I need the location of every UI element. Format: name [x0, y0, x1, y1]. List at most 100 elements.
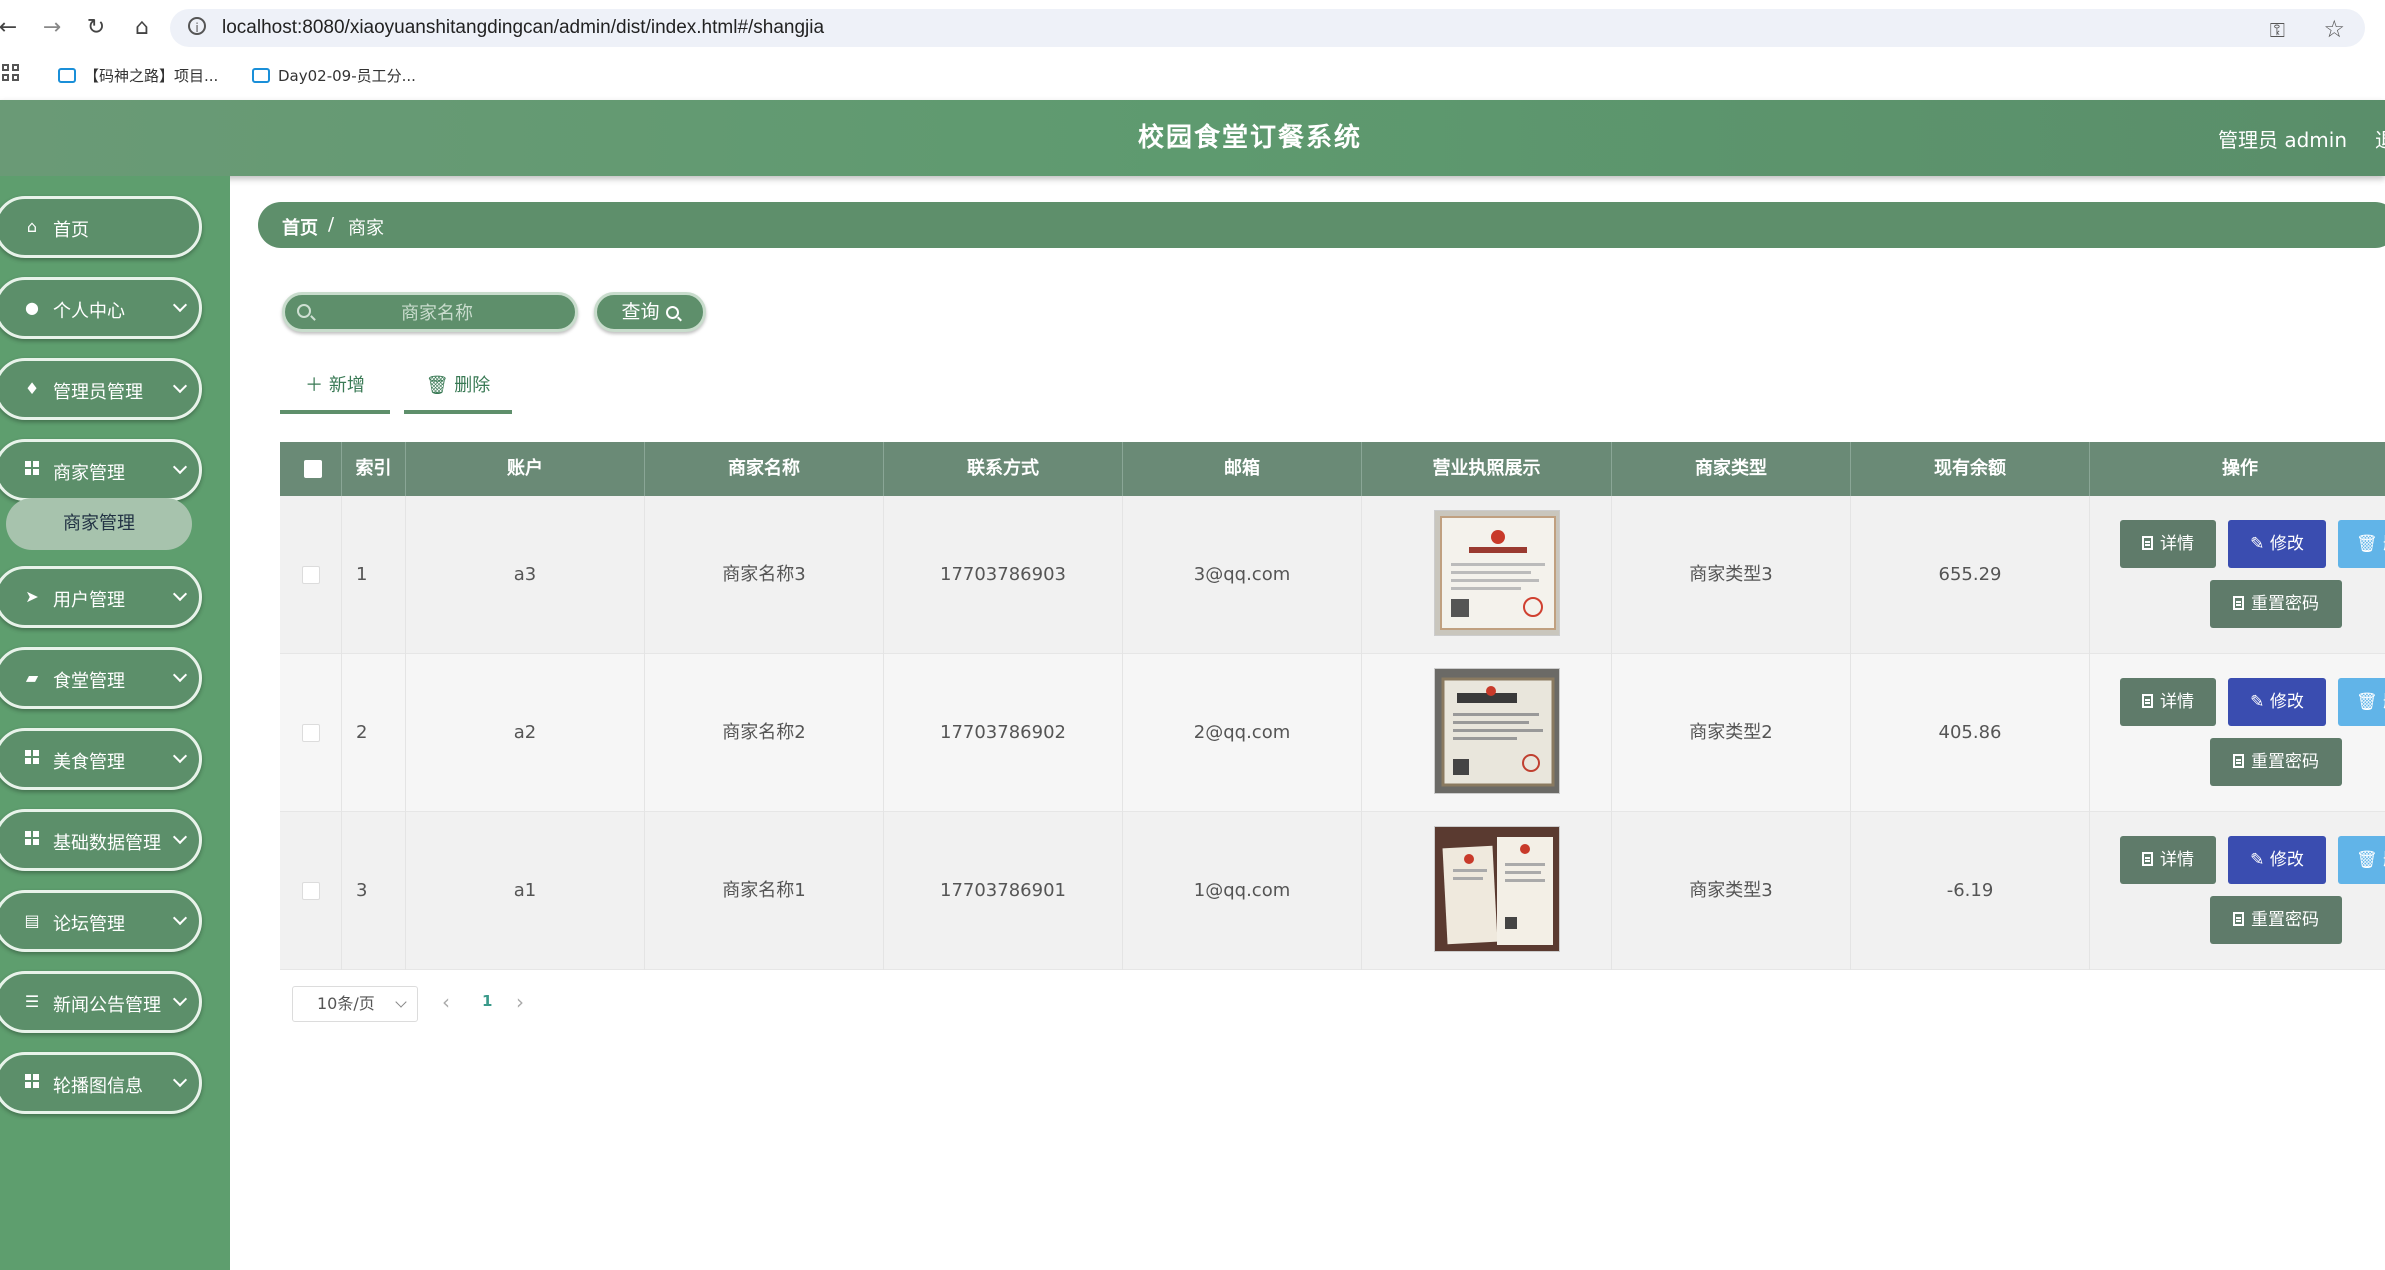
sidebar-subitem-merchant-management[interactable]: 商家管理 [6, 498, 192, 550]
search-box[interactable] [282, 292, 578, 332]
query-button[interactable]: 查询 [594, 292, 706, 332]
chevron-down-icon [172, 459, 188, 475]
operations-cell: 详情 ✎ 修改 🗑 删 重置密码 [2090, 812, 2385, 970]
add-button-label: 新增 [328, 375, 365, 396]
detail-button[interactable]: 详情 [2120, 520, 2216, 568]
row-select-cell [280, 496, 342, 654]
merchant-name-cell: 商家名称1 [645, 812, 884, 970]
logout-link[interactable]: 退 [2375, 124, 2385, 153]
row-checkbox[interactable] [302, 724, 320, 742]
balance-cell: 405.86 [1851, 654, 2090, 812]
bookmark-item[interactable]: 【码神之路】项目... [58, 62, 218, 90]
chevron-down-icon [172, 297, 188, 313]
user-icon: ● [25, 298, 39, 317]
reset-password-button[interactable]: 重置密码 [2210, 580, 2342, 628]
document-icon [2233, 596, 2244, 610]
bookmark-label: 【码神之路】项目... [84, 67, 219, 85]
clipboard-icon: ▤ [24, 911, 40, 930]
row-checkbox[interactable] [302, 882, 320, 900]
bookmark-star-icon[interactable]: ☆ [2323, 15, 2345, 43]
grid-icon [23, 1074, 41, 1092]
sidebar-item-news[interactable]: ☰ 新闻公告管理 [0, 971, 202, 1033]
plus-icon: ＋ [305, 375, 329, 396]
address-bar[interactable]: i localhost:8080/xiaoyuanshitangdingcan/… [170, 9, 2365, 47]
edit-button-label: 修改 [2269, 692, 2304, 712]
document-icon [2142, 852, 2153, 866]
detail-button[interactable]: 详情 [2120, 678, 2216, 726]
sidebar-item-canteens[interactable]: ▰ 食堂管理 [0, 647, 202, 709]
row-checkbox[interactable] [302, 566, 320, 584]
delete-row-button[interactable]: 🗑 删 [2338, 520, 2385, 568]
search-icon [297, 304, 311, 318]
next-page-icon[interactable]: › [516, 990, 524, 1014]
sidebar-item-carousel[interactable]: 轮播图信息 [0, 1052, 202, 1114]
sidebar-item-label: 管理员管理 [53, 382, 143, 403]
pencil-icon: ✎ [2250, 534, 2270, 554]
prev-page-icon[interactable]: ‹ [442, 990, 450, 1014]
home-browser-icon[interactable]: ⌂ [128, 14, 156, 42]
sidebar-item-label: 首页 [53, 220, 89, 241]
sidebar-item-label: 商家管理 [53, 463, 125, 484]
chevron-down-icon [172, 586, 188, 602]
phone-cell: 17703786903 [884, 496, 1123, 654]
merchant-name-cell: 商家名称3 [645, 496, 884, 654]
chevron-down-icon [172, 667, 188, 683]
breadcrumb-home[interactable]: 首页 [282, 214, 318, 240]
reset-password-button[interactable]: 重置密码 [2210, 738, 2342, 786]
reload-icon[interactable]: ↻ [82, 14, 110, 42]
chevron-down-icon [395, 996, 407, 1008]
operations-cell: 详情 ✎ 修改 🗑 删 重置密码 [2090, 654, 2385, 812]
chevron-down-icon [172, 829, 188, 845]
delete-row-button[interactable]: 🗑 删 [2338, 836, 2385, 884]
reset-password-button[interactable]: 重置密码 [2210, 896, 2342, 944]
edit-button[interactable]: ✎ 修改 [2228, 520, 2326, 568]
merchant-name-cell: 商家名称2 [645, 654, 884, 812]
trash-icon: 🗑 [2356, 692, 2383, 712]
bilibili-icon [252, 68, 270, 83]
site-info-icon[interactable]: i [188, 17, 206, 35]
select-all-checkbox[interactable] [304, 460, 322, 478]
bookmark-item[interactable]: Day02-09-员工分... [252, 62, 416, 90]
business-license-image[interactable] [1434, 510, 1560, 636]
edit-button[interactable]: ✎ 修改 [2228, 678, 2326, 726]
briefcase-icon: ▰ [25, 668, 39, 687]
password-key-icon[interactable]: ⚿ [2270, 18, 2285, 42]
sidebar-item-merchants[interactable]: 商家管理 [0, 439, 202, 501]
column-header: 营业执照展示 [1362, 442, 1612, 496]
breadcrumb-separator: / [328, 214, 335, 235]
apps-grid-icon[interactable] [2, 64, 22, 84]
page-size-value: 10条/页 [317, 994, 375, 1013]
sidebar-item-label: 轮播图信息 [53, 1076, 143, 1097]
sidebar-item-label: 用户管理 [53, 590, 125, 611]
license-cell [1362, 812, 1612, 970]
sidebar-item-foods[interactable]: 美食管理 [0, 728, 202, 790]
page-number[interactable]: 1 [482, 992, 492, 1010]
sidebar-item-users[interactable]: ➤ 用户管理 [0, 566, 202, 628]
sidebar-item-admins[interactable]: ♦ 管理员管理 [0, 358, 202, 420]
trash-icon: 🗑 [2356, 850, 2383, 870]
sidebar-item-basic-data[interactable]: 基础数据管理 [0, 809, 202, 871]
index-cell: 1 [342, 496, 406, 654]
delete-row-button[interactable]: 🗑 删 [2338, 678, 2385, 726]
delete-button[interactable]: 🗑 删除 [404, 364, 512, 414]
grid-icon [23, 750, 41, 768]
edit-button[interactable]: ✎ 修改 [2228, 836, 2326, 884]
back-icon[interactable]: ← [0, 14, 22, 42]
add-button[interactable]: ＋ 新增 [280, 364, 390, 414]
url-text: localhost:8080/xiaoyuanshitangdingcan/ad… [222, 17, 825, 38]
sidebar-item-home[interactable]: ⌂ 首页 [0, 196, 202, 258]
business-license-image[interactable] [1434, 668, 1560, 794]
sidebar-item-forum[interactable]: ▤ 论坛管理 [0, 890, 202, 952]
business-license-image[interactable] [1434, 826, 1560, 952]
delete-button-label: 删除 [454, 375, 491, 396]
merchant-name-input[interactable] [315, 295, 559, 331]
page-size-select[interactable]: 10条/页 [292, 986, 418, 1022]
trash-icon: 🗑 [425, 375, 455, 396]
sidebar-item-personal[interactable]: ● 个人中心 [0, 277, 202, 339]
document-icon [2142, 694, 2153, 708]
license-cell [1362, 654, 1612, 812]
send-icon: ➤ [25, 587, 39, 606]
detail-button[interactable]: 详情 [2120, 836, 2216, 884]
forward-icon[interactable]: → [38, 14, 66, 42]
chevron-down-icon [172, 991, 188, 1007]
